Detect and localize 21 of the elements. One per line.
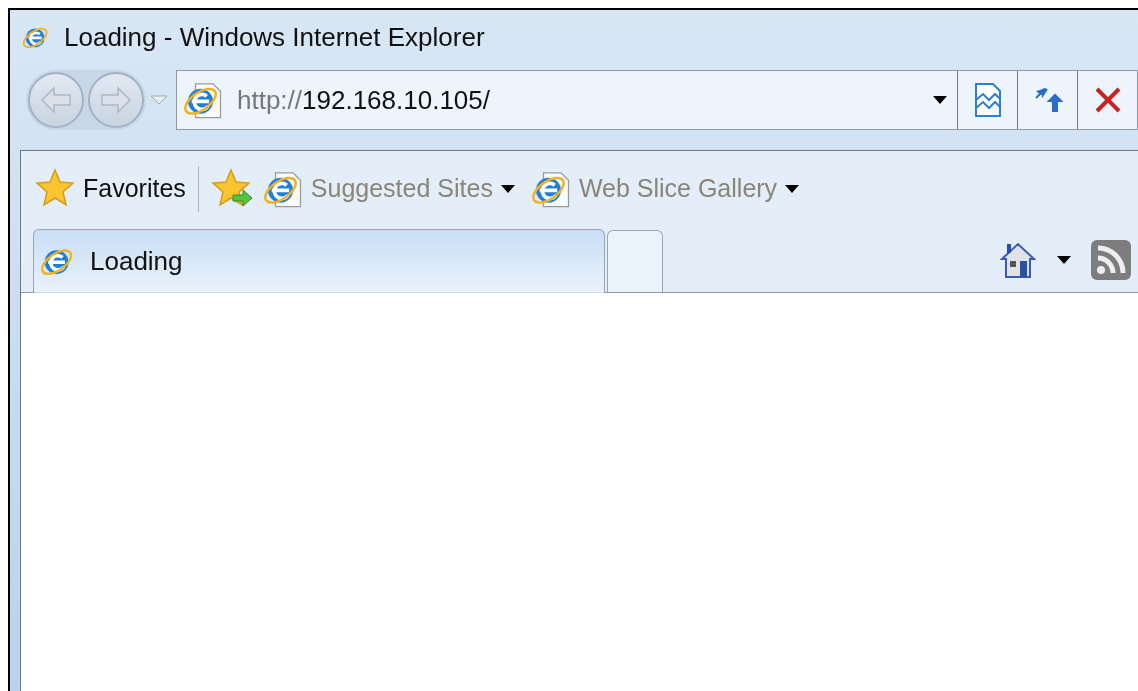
- browser-tab[interactable]: Loading: [33, 229, 605, 293]
- home-button[interactable]: [998, 240, 1038, 279]
- rss-icon: [1090, 238, 1132, 281]
- right-arrow-icon: [100, 86, 132, 114]
- page-icon: [183, 80, 223, 120]
- window-title: Loading - Windows Internet Explorer: [64, 20, 485, 54]
- caret-icon: [933, 96, 947, 104]
- left-arrow-icon: [40, 86, 72, 114]
- history-caret-icon[interactable]: [150, 95, 168, 105]
- address-text: http://192.168.10.105/: [237, 83, 490, 117]
- address-bar[interactable]: http://192.168.10.105/: [176, 70, 1138, 130]
- page-icon: [262, 169, 303, 209]
- favorites-button[interactable]: Favorites: [35, 167, 186, 211]
- caret-icon: [1057, 255, 1071, 264]
- caret-icon: [785, 185, 800, 193]
- caret-icon: [500, 185, 515, 193]
- page-icon: [530, 169, 571, 209]
- home-icon: [998, 240, 1038, 279]
- feeds-button[interactable]: [1090, 238, 1132, 281]
- new-tab-button[interactable]: [607, 230, 663, 292]
- broken-page-icon: [973, 82, 1002, 118]
